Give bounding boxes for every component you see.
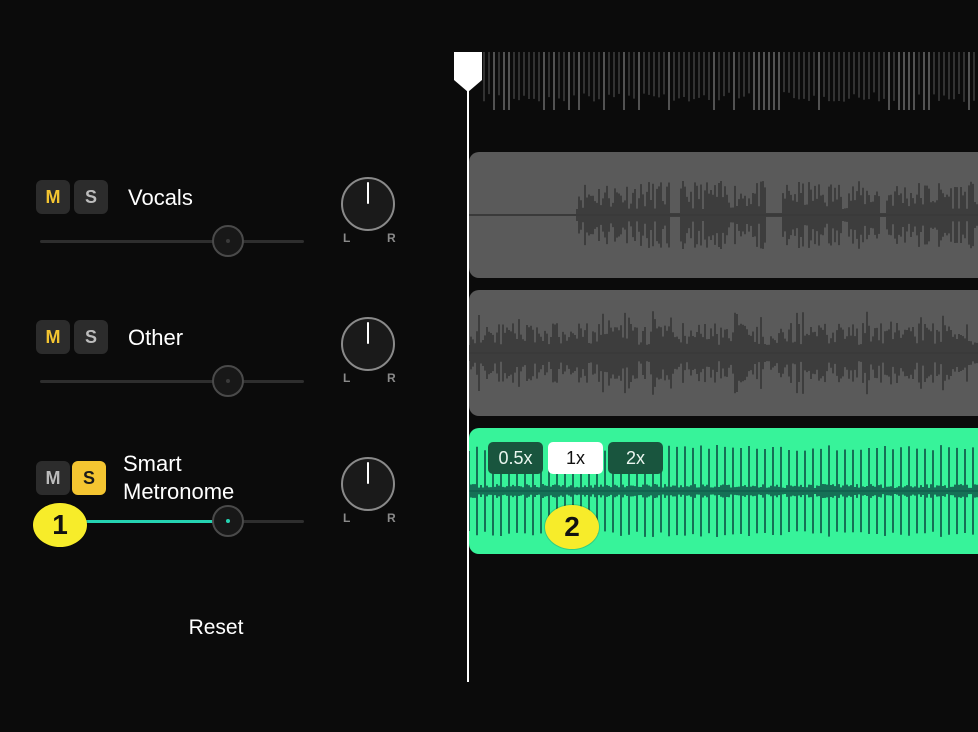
volume-thumb-other[interactable] — [212, 365, 244, 397]
pan-knob-other[interactable] — [341, 317, 395, 371]
speed-option-2x[interactable]: 2x — [608, 442, 663, 474]
waveform-lane-other[interactable] — [469, 290, 978, 416]
reset-button[interactable]: Reset — [166, 616, 266, 640]
volume-slider-vocals[interactable] — [40, 240, 304, 243]
speed-selector: 0.5x 1x 2x — [488, 442, 663, 474]
playhead-line[interactable] — [467, 84, 469, 682]
pan-knob-metronome[interactable] — [341, 457, 395, 511]
mute-button-metronome[interactable]: M — [36, 461, 70, 495]
track-name-other: Other — [128, 325, 184, 350]
pan-right-label: R — [387, 231, 396, 245]
mute-button-other[interactable]: M — [36, 320, 70, 354]
solo-button-metronome[interactable]: S — [72, 461, 106, 495]
track-name-metronome-line2: Metronome — [123, 479, 235, 504]
pan-knob-icon — [367, 462, 369, 484]
pan-left-label: L — [343, 371, 351, 385]
solo-button-vocals[interactable]: S — [74, 180, 108, 214]
pan-knob-icon — [367, 182, 369, 204]
speed-option-0-5x[interactable]: 0.5x — [488, 442, 543, 474]
mute-button-vocals[interactable]: M — [36, 180, 70, 214]
volume-thumb-metronome[interactable] — [212, 505, 244, 537]
solo-button-other[interactable]: S — [74, 320, 108, 354]
speed-option-1x[interactable]: 1x — [548, 442, 603, 474]
timeline-ruler[interactable] — [482, 52, 978, 114]
pan-right-label: R — [387, 371, 396, 385]
annotation-badge-2: 2 — [545, 505, 599, 549]
pan-knob-icon — [367, 322, 369, 344]
waveform-vocals — [469, 181, 978, 249]
volume-slider-other[interactable] — [40, 380, 304, 383]
track-name-vocals: Vocals — [128, 185, 193, 210]
playhead-marker-icon[interactable] — [454, 52, 482, 92]
pan-left-label: L — [343, 231, 351, 245]
pan-left-label: L — [343, 511, 351, 525]
pan-knob-vocals[interactable] — [341, 177, 395, 231]
waveform-other — [469, 311, 978, 395]
waveform-lane-vocals[interactable] — [469, 152, 978, 278]
annotation-badge-1: 1 — [33, 503, 87, 547]
pan-right-label: R — [387, 511, 396, 525]
volume-thumb-vocals[interactable] — [212, 225, 244, 257]
track-name-metronome-line1: Smart — [123, 451, 182, 476]
